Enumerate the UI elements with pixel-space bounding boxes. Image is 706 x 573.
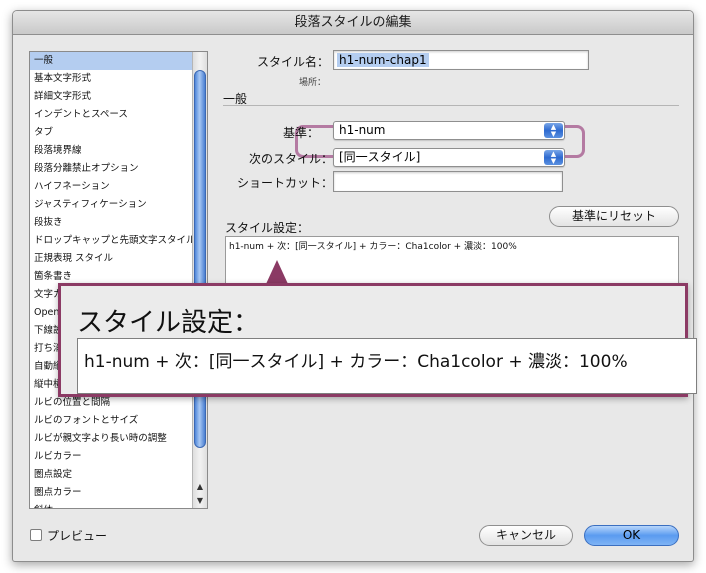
- ok-button[interactable]: OK: [584, 525, 679, 546]
- sidebar-list-item[interactable]: 正規表現 スタイル: [30, 250, 193, 268]
- style-settings-callout: スタイル設定： h1-num + 次：[同一スタイル] + カラー：Cha1co…: [58, 283, 697, 397]
- sidebar-list-item[interactable]: タブ: [30, 124, 193, 142]
- next-style-value: [同一スタイル]: [339, 150, 421, 164]
- next-style-select[interactable]: [同一スタイル] ▲ ▼: [333, 148, 565, 167]
- sidebar-list-item[interactable]: 圏点設定: [30, 466, 193, 484]
- scroll-down-arrow-icon[interactable]: ▼: [193, 494, 207, 508]
- category-list[interactable]: 一般 基本文字形式 詳細文字形式 インデントとスペース タブ 段落境界線 段落分離禁止オプシ…: [29, 51, 208, 509]
- style-settings-value: h1-num + 次：[同一スタイル] + カラー：Cha1color + 濃淡…: [229, 242, 517, 252]
- based-on-value: h1-num: [339, 123, 386, 137]
- sidebar-list-item[interactable]: 詳細文字形式: [30, 88, 193, 106]
- sidebar-list-item[interactable]: ハイフネーション: [30, 178, 193, 196]
- shortcut-label: ショートカット：: [237, 176, 334, 190]
- based-on-stepper-icon[interactable]: ▲ ▼: [544, 123, 563, 138]
- style-name-label: スタイル名：: [257, 55, 330, 69]
- style-name-value: h1-num-chap1: [337, 53, 429, 67]
- next-style-label: 次のスタイル：: [249, 152, 334, 166]
- sidebar-list-item[interactable]: ドロップキャップと先頭文字スタイル: [30, 232, 193, 250]
- style-settings-label: スタイル設定：: [225, 221, 310, 235]
- sidebar-list-item[interactable]: ルビのフォントとサイズ: [30, 412, 193, 430]
- sidebar-list-item[interactable]: 段抜き: [30, 214, 193, 232]
- sidebar-list-item[interactable]: ルビカラー: [30, 448, 193, 466]
- preview-checkbox[interactable]: [30, 529, 42, 541]
- callout-value: h1-num + 次：[同一スタイル] + カラー：Cha1color + 濃淡…: [84, 352, 628, 372]
- style-name-input[interactable]: h1-num-chap1: [333, 50, 589, 70]
- shortcut-input[interactable]: [333, 171, 563, 192]
- sidebar-list-item[interactable]: 段落分離禁止オプション: [30, 160, 193, 178]
- dialog-title: 段落スタイルの編集: [13, 11, 693, 35]
- sidebar-list-item[interactable]: 圏点カラー: [30, 484, 193, 502]
- preview-label: プレビュー: [47, 529, 108, 543]
- sidebar-list-item[interactable]: ルビが親文字より長い時の調整: [30, 430, 193, 448]
- section-divider: [223, 105, 679, 106]
- sidebar-list-item[interactable]: 段落境界線: [30, 142, 193, 160]
- sidebar-list-item[interactable]: 斜体: [30, 502, 193, 508]
- sidebar-list-item[interactable]: 基本文字形式: [30, 70, 193, 88]
- sidebar-list-item[interactable]: ジャスティフィケーション: [30, 196, 193, 214]
- sidebar-list-item[interactable]: 一般: [30, 52, 193, 70]
- based-on-label: 基準：: [283, 126, 320, 140]
- callout-field: h1-num + 次：[同一スタイル] + カラー：Cha1color + 濃淡…: [77, 338, 697, 394]
- callout-title: スタイル設定：: [77, 308, 260, 338]
- location-label: 場所：: [299, 78, 327, 88]
- category-list-items: 一般 基本文字形式 詳細文字形式 インデントとスペース タブ 段落境界線 段落分離禁止オプシ…: [30, 52, 193, 508]
- next-style-stepper-icon[interactable]: ▲ ▼: [544, 150, 563, 165]
- reset-to-base-button[interactable]: 基準にリセット: [549, 206, 679, 227]
- callout-pointer: [266, 260, 288, 284]
- based-on-select[interactable]: h1-num ▲ ▼: [333, 121, 565, 140]
- sidebar-list-item[interactable]: インデントとスペース: [30, 106, 193, 124]
- list-scrollbar[interactable]: ▲ ▼: [192, 52, 207, 508]
- scroll-up-arrow-icon[interactable]: ▲: [193, 480, 207, 494]
- cancel-button[interactable]: キャンセル: [479, 525, 573, 546]
